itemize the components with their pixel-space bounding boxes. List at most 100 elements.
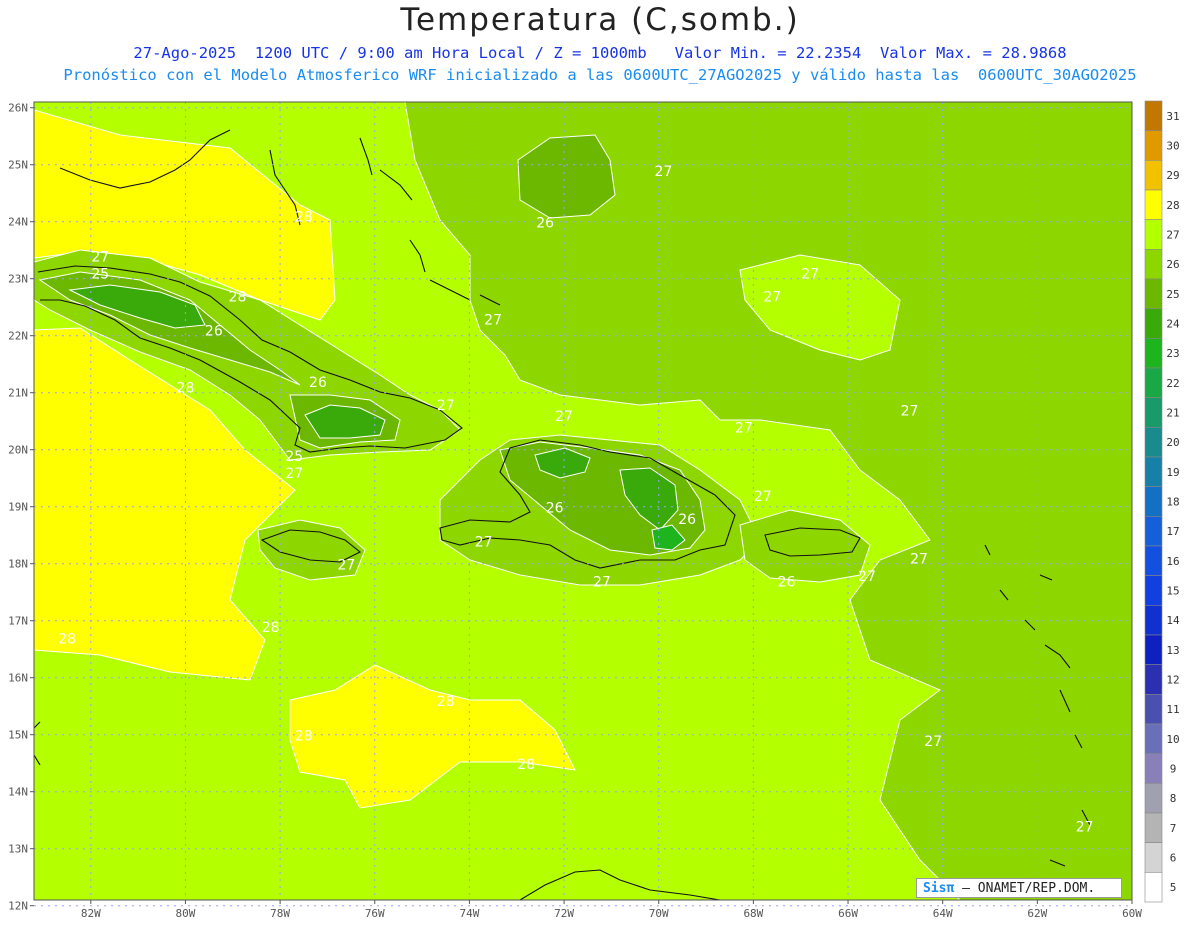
colorbar-swatch <box>1144 842 1163 873</box>
colorbar-swatch <box>1144 605 1163 636</box>
colorbar-swatch <box>1144 427 1163 458</box>
colorbar-label: 22 <box>1166 377 1179 390</box>
colorbar-swatch <box>1144 130 1163 161</box>
colorbar-label: 5 <box>1170 881 1177 894</box>
colorbar-label: 24 <box>1166 318 1180 331</box>
contour-label: 26 <box>678 512 696 528</box>
credit-box: Sisπ – ONAMET/REP.DOM. <box>916 878 1122 898</box>
contour-label: 28 <box>295 210 313 226</box>
colorbar-swatch <box>1144 249 1163 280</box>
contour-label: 28 <box>437 694 455 710</box>
contour-label: 27 <box>484 312 502 328</box>
lon-tick-label: 70W <box>649 907 669 920</box>
lat-tick-label: 15N <box>8 729 28 742</box>
colorbar: 31 30 29 28 27 26 25 24 23 22 21 20 19 18 17 16 15 14 13 12… <box>1144 100 1180 903</box>
contour-label: 28 <box>58 632 76 648</box>
lat-tick-label: 13N <box>8 843 28 856</box>
lat-tick-label: 26N <box>8 102 28 115</box>
colorbar-label: 16 <box>1166 555 1179 568</box>
contour-label: 27 <box>901 404 919 420</box>
contour-label: 27 <box>285 466 303 482</box>
contour-label: 27 <box>858 569 876 585</box>
colorbar-swatch <box>1144 486 1163 517</box>
lat-tick-label: 16N <box>8 672 28 685</box>
lon-tick-label: 68W <box>743 907 763 920</box>
colorbar-swatch <box>1144 575 1163 606</box>
lon-tick-label: 76W <box>365 907 385 920</box>
contour-label: 27 <box>91 250 109 266</box>
colorbar-swatch <box>1144 783 1163 814</box>
lat-tick-label: 25N <box>8 159 28 172</box>
colorbar-label: 14 <box>1166 614 1180 627</box>
contour-label: 27 <box>754 489 772 505</box>
lon-tick-label: 64W <box>933 907 953 920</box>
colorbar-swatch <box>1144 753 1163 784</box>
colorbar-swatch <box>1144 723 1163 754</box>
contour-label: 27 <box>910 552 928 568</box>
contour-label: 27 <box>475 535 493 551</box>
lon-tick-label: 74W <box>459 907 479 920</box>
colorbar-swatch <box>1144 872 1163 903</box>
colorbar-swatch <box>1144 189 1163 220</box>
forecast-map: 26N 25N 24N 23N 22N 21N 20N 19N 18N 17N 16N 15N 14N 1… <box>8 100 1180 920</box>
colorbar-swatch <box>1144 456 1163 487</box>
contour-label: 28 <box>517 757 535 773</box>
colorbar-label: 13 <box>1166 644 1179 657</box>
colorbar-label: 15 <box>1166 585 1179 598</box>
contour-label: 27 <box>801 267 819 283</box>
colorbar-label: 21 <box>1166 407 1179 420</box>
colorbar-label: 12 <box>1166 674 1179 687</box>
lon-tick-label: 66W <box>838 907 858 920</box>
colorbar-label: 23 <box>1166 347 1179 360</box>
colorbar-label: 6 <box>1170 852 1177 865</box>
contour-label: 25 <box>91 267 109 283</box>
lon-tick-label: 62W <box>1027 907 1047 920</box>
credit-text: – ONAMET/REP.DOM. <box>954 881 1096 896</box>
contour-label: 27 <box>924 734 942 750</box>
colorbar-label: 17 <box>1166 525 1179 538</box>
colorbar-swatch <box>1144 812 1163 843</box>
lon-tick-label: 82W <box>81 907 101 920</box>
colorbar-swatch <box>1144 694 1163 725</box>
lon-tick-label: 80W <box>176 907 196 920</box>
colorbar-swatch <box>1144 664 1163 695</box>
colorbar-label: 8 <box>1170 792 1177 805</box>
colorbar-swatch <box>1144 545 1163 576</box>
lat-tick-label: 21N <box>8 387 28 400</box>
lat-tick-label: 18N <box>8 558 28 571</box>
lon-tick-label: 60W <box>1122 907 1142 920</box>
contour-label: 26 <box>309 375 327 391</box>
colorbar-swatch <box>1144 100 1163 131</box>
contour-label: 27 <box>655 164 673 180</box>
colorbar-label: 18 <box>1166 496 1179 509</box>
lat-tick-label: 24N <box>8 216 28 229</box>
lat-tick-label: 20N <box>8 444 28 457</box>
contour-label: 26 <box>536 215 554 231</box>
colorbar-label: 25 <box>1166 288 1179 301</box>
lon-tick-label: 72W <box>554 907 574 920</box>
colorbar-label: 10 <box>1166 733 1179 746</box>
contour-label: 27 <box>735 421 753 437</box>
contour-label: 27 <box>337 557 355 573</box>
colorbar-label: 19 <box>1166 466 1179 479</box>
contour-label: 28 <box>295 728 313 744</box>
colorbar-swatch <box>1144 634 1163 665</box>
contour-label: 27 <box>437 398 455 414</box>
contour-label: 28 <box>229 290 247 306</box>
colorbar-label: 26 <box>1166 258 1179 271</box>
colorbar-label: 29 <box>1166 169 1179 182</box>
contour-label: 26 <box>205 324 223 340</box>
colorbar-label: 20 <box>1166 436 1179 449</box>
colorbar-swatch <box>1144 160 1163 191</box>
colorbar-swatch <box>1144 278 1163 309</box>
contour-label: 25 <box>285 449 303 465</box>
contour-label: 27 <box>555 409 573 425</box>
lat-tick-label: 19N <box>8 501 28 514</box>
colorbar-label: 31 <box>1166 110 1179 123</box>
contour-label: 27 <box>593 575 611 591</box>
colorbar-label: 11 <box>1166 703 1179 716</box>
colorbar-label: 9 <box>1170 763 1177 776</box>
colorbar-swatch <box>1144 219 1163 250</box>
colorbar-swatch <box>1144 367 1163 398</box>
contour-label: 27 <box>763 290 781 306</box>
